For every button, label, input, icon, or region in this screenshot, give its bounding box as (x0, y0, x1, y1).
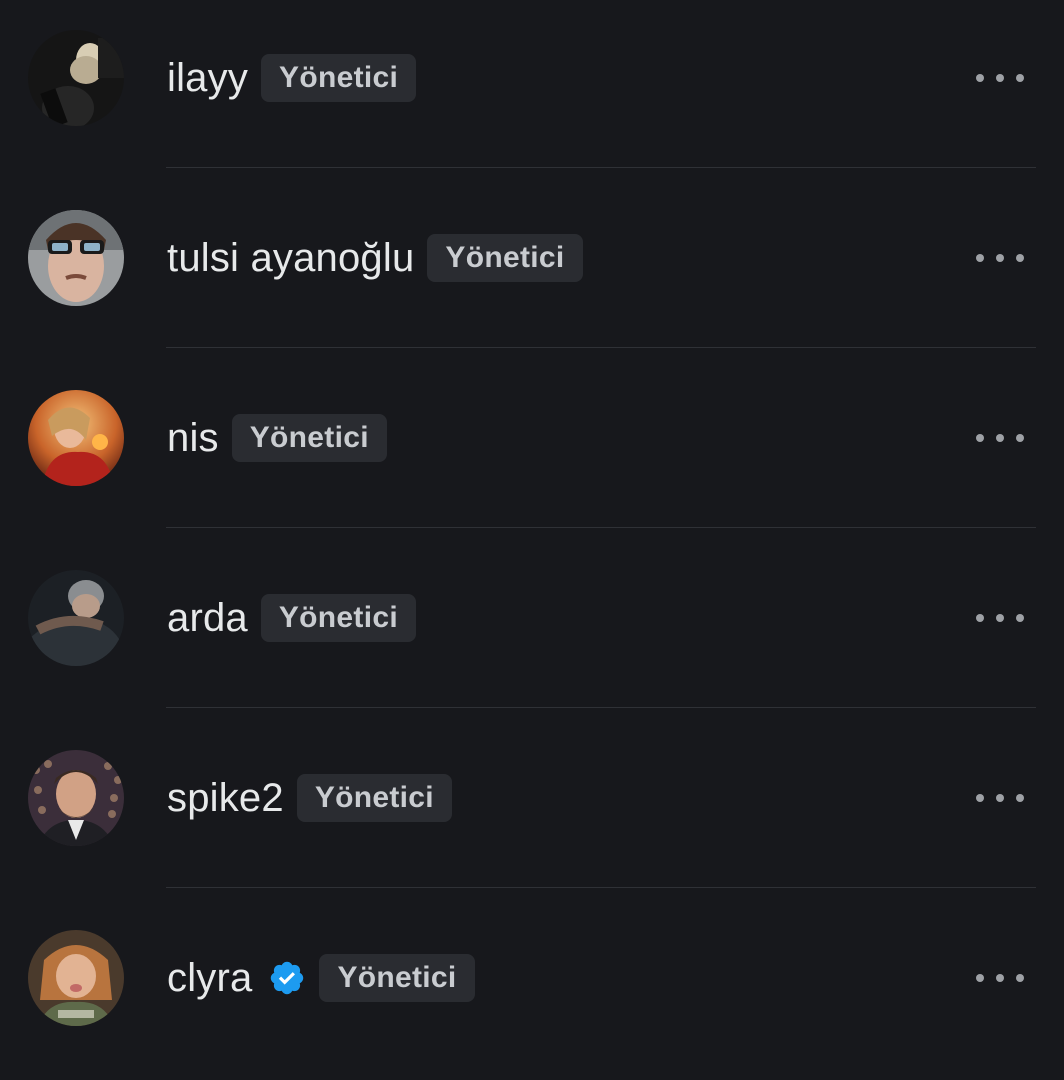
more-horizontal-icon (996, 974, 1004, 982)
user-photo-icon (28, 750, 124, 846)
more-horizontal-icon (1016, 254, 1024, 262)
list-item[interactable]: spike2 Yönetici (0, 720, 1064, 900)
list-item[interactable]: tulsi ayanoğlu Yönetici (0, 180, 1064, 360)
avatar[interactable] (28, 390, 124, 486)
avatar[interactable] (28, 570, 124, 666)
verified-badge-icon (268, 959, 306, 997)
more-options-button[interactable] (976, 244, 1024, 272)
member-name[interactable]: ilayy (167, 56, 248, 101)
user-photo-icon (28, 210, 124, 306)
more-horizontal-icon (976, 254, 984, 262)
divider (166, 527, 1036, 528)
avatar[interactable] (28, 930, 124, 1026)
more-options-button[interactable] (976, 424, 1024, 452)
more-horizontal-icon (976, 794, 984, 802)
user-photo-icon (28, 30, 124, 126)
member-name-group: clyra Yönetici (167, 954, 475, 1002)
more-horizontal-icon (996, 254, 1004, 262)
more-horizontal-icon (976, 74, 984, 82)
role-badge: Yönetici (231, 414, 387, 462)
member-name[interactable]: nis (167, 416, 219, 461)
more-horizontal-icon (976, 614, 984, 622)
more-options-button[interactable] (976, 604, 1024, 632)
list-item[interactable]: ilayy Yönetici (0, 0, 1064, 180)
member-name-group: ilayy Yönetici (167, 54, 417, 102)
member-name[interactable]: spike2 (167, 776, 284, 821)
more-horizontal-icon (1016, 434, 1024, 442)
user-photo-icon (28, 570, 124, 666)
role-badge: Yönetici (319, 954, 475, 1002)
more-horizontal-icon (1016, 614, 1024, 622)
more-horizontal-icon (996, 614, 1004, 622)
list-item[interactable]: arda Yönetici (0, 540, 1064, 720)
more-horizontal-icon (1016, 794, 1024, 802)
more-horizontal-icon (976, 434, 984, 442)
member-list: ilayy Yönetici tulsi ayanoğlu Yönetici n… (0, 0, 1064, 1068)
more-horizontal-icon (1016, 974, 1024, 982)
list-item[interactable]: clyra Yönetici (0, 900, 1064, 1080)
more-options-button[interactable] (976, 784, 1024, 812)
member-name-group: spike2 Yönetici (167, 774, 452, 822)
divider (166, 887, 1036, 888)
member-name-group: arda Yönetici (167, 594, 416, 642)
role-badge: Yönetici (427, 234, 583, 282)
member-name-group: nis Yönetici (167, 414, 387, 462)
avatar[interactable] (28, 750, 124, 846)
divider (166, 347, 1036, 348)
member-name[interactable]: clyra (167, 956, 252, 1001)
member-name[interactable]: tulsi ayanoğlu (167, 236, 414, 281)
divider (166, 707, 1036, 708)
user-photo-icon (28, 930, 124, 1026)
more-options-button[interactable] (976, 964, 1024, 992)
avatar[interactable] (28, 210, 124, 306)
role-badge: Yönetici (296, 774, 452, 822)
member-name[interactable]: arda (167, 596, 248, 641)
divider (166, 167, 1036, 168)
avatar[interactable] (28, 30, 124, 126)
role-badge: Yönetici (261, 54, 417, 102)
more-horizontal-icon (996, 74, 1004, 82)
user-photo-icon (28, 390, 124, 486)
role-badge: Yönetici (260, 594, 416, 642)
more-horizontal-icon (996, 794, 1004, 802)
more-options-button[interactable] (976, 64, 1024, 92)
more-horizontal-icon (996, 434, 1004, 442)
more-horizontal-icon (1016, 74, 1024, 82)
more-horizontal-icon (976, 974, 984, 982)
list-item[interactable]: nis Yönetici (0, 360, 1064, 540)
member-name-group: tulsi ayanoğlu Yönetici (167, 234, 583, 282)
